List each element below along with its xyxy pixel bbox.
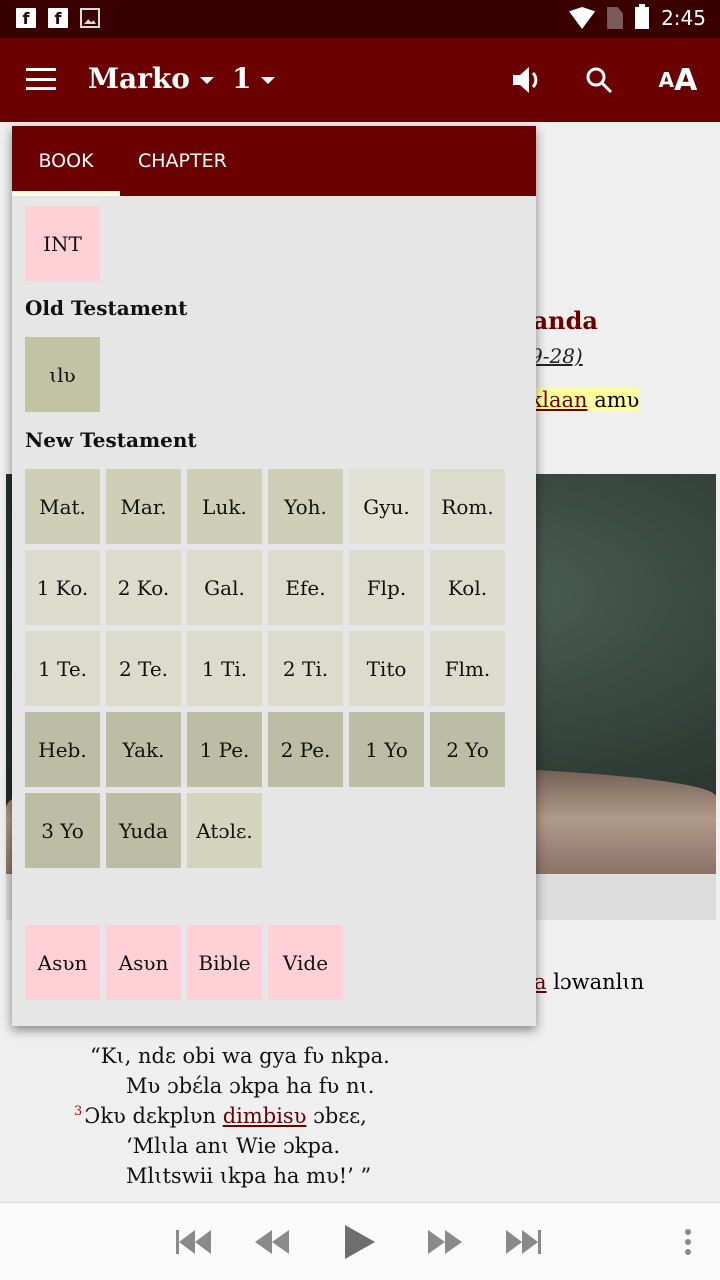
speaker-icon[interactable] <box>506 58 550 102</box>
book-tile[interactable]: 1 Te. <box>25 631 100 706</box>
old-testament-heading: Old Testament <box>25 296 188 320</box>
poetry-line: Mlɩtswii ɩkpa ha mʋ!’ ” <box>126 1164 372 1188</box>
glossary-link[interactable]: dimbisʋ <box>223 1104 307 1128</box>
book-tile[interactable]: Kol. <box>430 550 505 625</box>
book-name: Marko <box>88 62 190 95</box>
verse-number: 3 <box>74 1104 83 1119</box>
book-tile[interactable]: Mat. <box>25 469 100 544</box>
book-tile[interactable]: Yuda <box>106 793 181 868</box>
app-bar: Marko 1 AA <box>0 38 720 122</box>
book-tile[interactable]: Yoh. <box>268 469 343 544</box>
book-tile[interactable]: 1 Ti. <box>187 631 262 706</box>
book-tile-intro[interactable]: INT <box>25 206 100 281</box>
book-tile[interactable]: Gal. <box>187 550 262 625</box>
extra-tile[interactable]: Asʋn <box>25 925 100 1000</box>
section-reference[interactable]: 9-28) <box>530 344 583 368</box>
dropdown-caret-icon <box>261 77 276 84</box>
picker-tabs: BOOK CHAPTER <box>12 126 536 196</box>
text-size-icon[interactable]: AA <box>656 58 700 102</box>
clock: 2:45 <box>661 6 706 30</box>
book-tile[interactable]: 2 Ko. <box>106 550 181 625</box>
book-tile[interactable]: Luk. <box>187 469 262 544</box>
no-sim-icon <box>607 7 624 29</box>
book-tile[interactable]: Atɔlɛ. <box>187 793 262 868</box>
chapter-number: 1 <box>232 62 252 95</box>
skip-next-icon[interactable] <box>506 1225 544 1259</box>
book-tile[interactable]: 1 Ko. <box>25 550 100 625</box>
book-tile[interactable]: Flp. <box>349 550 424 625</box>
status-bar: f f 2:45 <box>0 0 720 38</box>
book-picker-popup: BOOK CHAPTER INT Old Testament ɩlʋ New T… <box>12 126 536 1026</box>
dropdown-caret-icon <box>199 77 214 84</box>
play-icon[interactable] <box>345 1225 375 1259</box>
book-tile[interactable]: Efe. <box>268 550 343 625</box>
book-tile[interactable]: 2 Te. <box>106 631 181 706</box>
book-tile-ot[interactable]: ɩlʋ <box>25 337 100 412</box>
poetry-line: “Kɩ, ndɛ obi wa gya fʋ nkpa. <box>90 1044 390 1068</box>
audio-player-bar <box>0 1202 720 1280</box>
book-tile[interactable]: Yak. <box>106 712 181 787</box>
rewind-icon[interactable] <box>255 1225 291 1259</box>
book-tile[interactable]: 1 Pe. <box>187 712 262 787</box>
book-tile[interactable]: Gyu. <box>349 469 424 544</box>
new-testament-heading: New Testament <box>25 428 197 452</box>
book-tile[interactable]: Heb. <box>25 712 100 787</box>
skip-previous-icon[interactable] <box>176 1225 214 1259</box>
wifi-icon <box>569 7 596 29</box>
poetry-line: 3Ɔkʋ dɛkplʋn dimbisʋ ɔbɛɛ, <box>74 1104 367 1128</box>
fast-forward-icon[interactable] <box>428 1225 464 1259</box>
poetry-line: ‘Mlɩla anɩ Wie ɔkpa. <box>126 1134 341 1158</box>
book-tile[interactable]: 2 Pe. <box>268 712 343 787</box>
book-tile[interactable]: 1 Yo <box>349 712 424 787</box>
more-vert-icon[interactable] <box>682 1225 694 1259</box>
book-tile[interactable]: Mar. <box>106 469 181 544</box>
book-tile[interactable]: Tito <box>349 631 424 706</box>
extra-tile[interactable]: Vide <box>268 925 343 1000</box>
paragraph-text: a lɔwanlɩn <box>534 970 645 994</box>
book-tile[interactable]: Flm. <box>430 631 505 706</box>
battery-icon <box>635 4 650 29</box>
book-tile[interactable]: 3 Yo <box>25 793 100 868</box>
facebook-icon: f <box>48 8 68 28</box>
facebook-icon: f <box>16 8 36 28</box>
tab-book[interactable]: BOOK <box>12 126 120 196</box>
book-tile[interactable]: Rom. <box>430 469 505 544</box>
search-icon[interactable] <box>577 58 621 102</box>
chapter-selector[interactable]: 1 <box>232 62 276 95</box>
image-icon <box>80 8 100 28</box>
poetry-line: Mʋ ɔbɛ́la ɔkpa ha fʋ nɩ. <box>126 1074 375 1098</box>
book-tile[interactable]: 2 Yo <box>430 712 505 787</box>
book-selector[interactable]: Marko <box>88 62 214 95</box>
tab-chapter[interactable]: CHAPTER <box>138 126 227 196</box>
menu-icon[interactable] <box>26 68 56 90</box>
book-tile[interactable]: 2 Ti. <box>268 631 343 706</box>
extra-tile[interactable]: Bible <box>187 925 262 1000</box>
extra-tile[interactable]: Asʋn <box>106 925 181 1000</box>
